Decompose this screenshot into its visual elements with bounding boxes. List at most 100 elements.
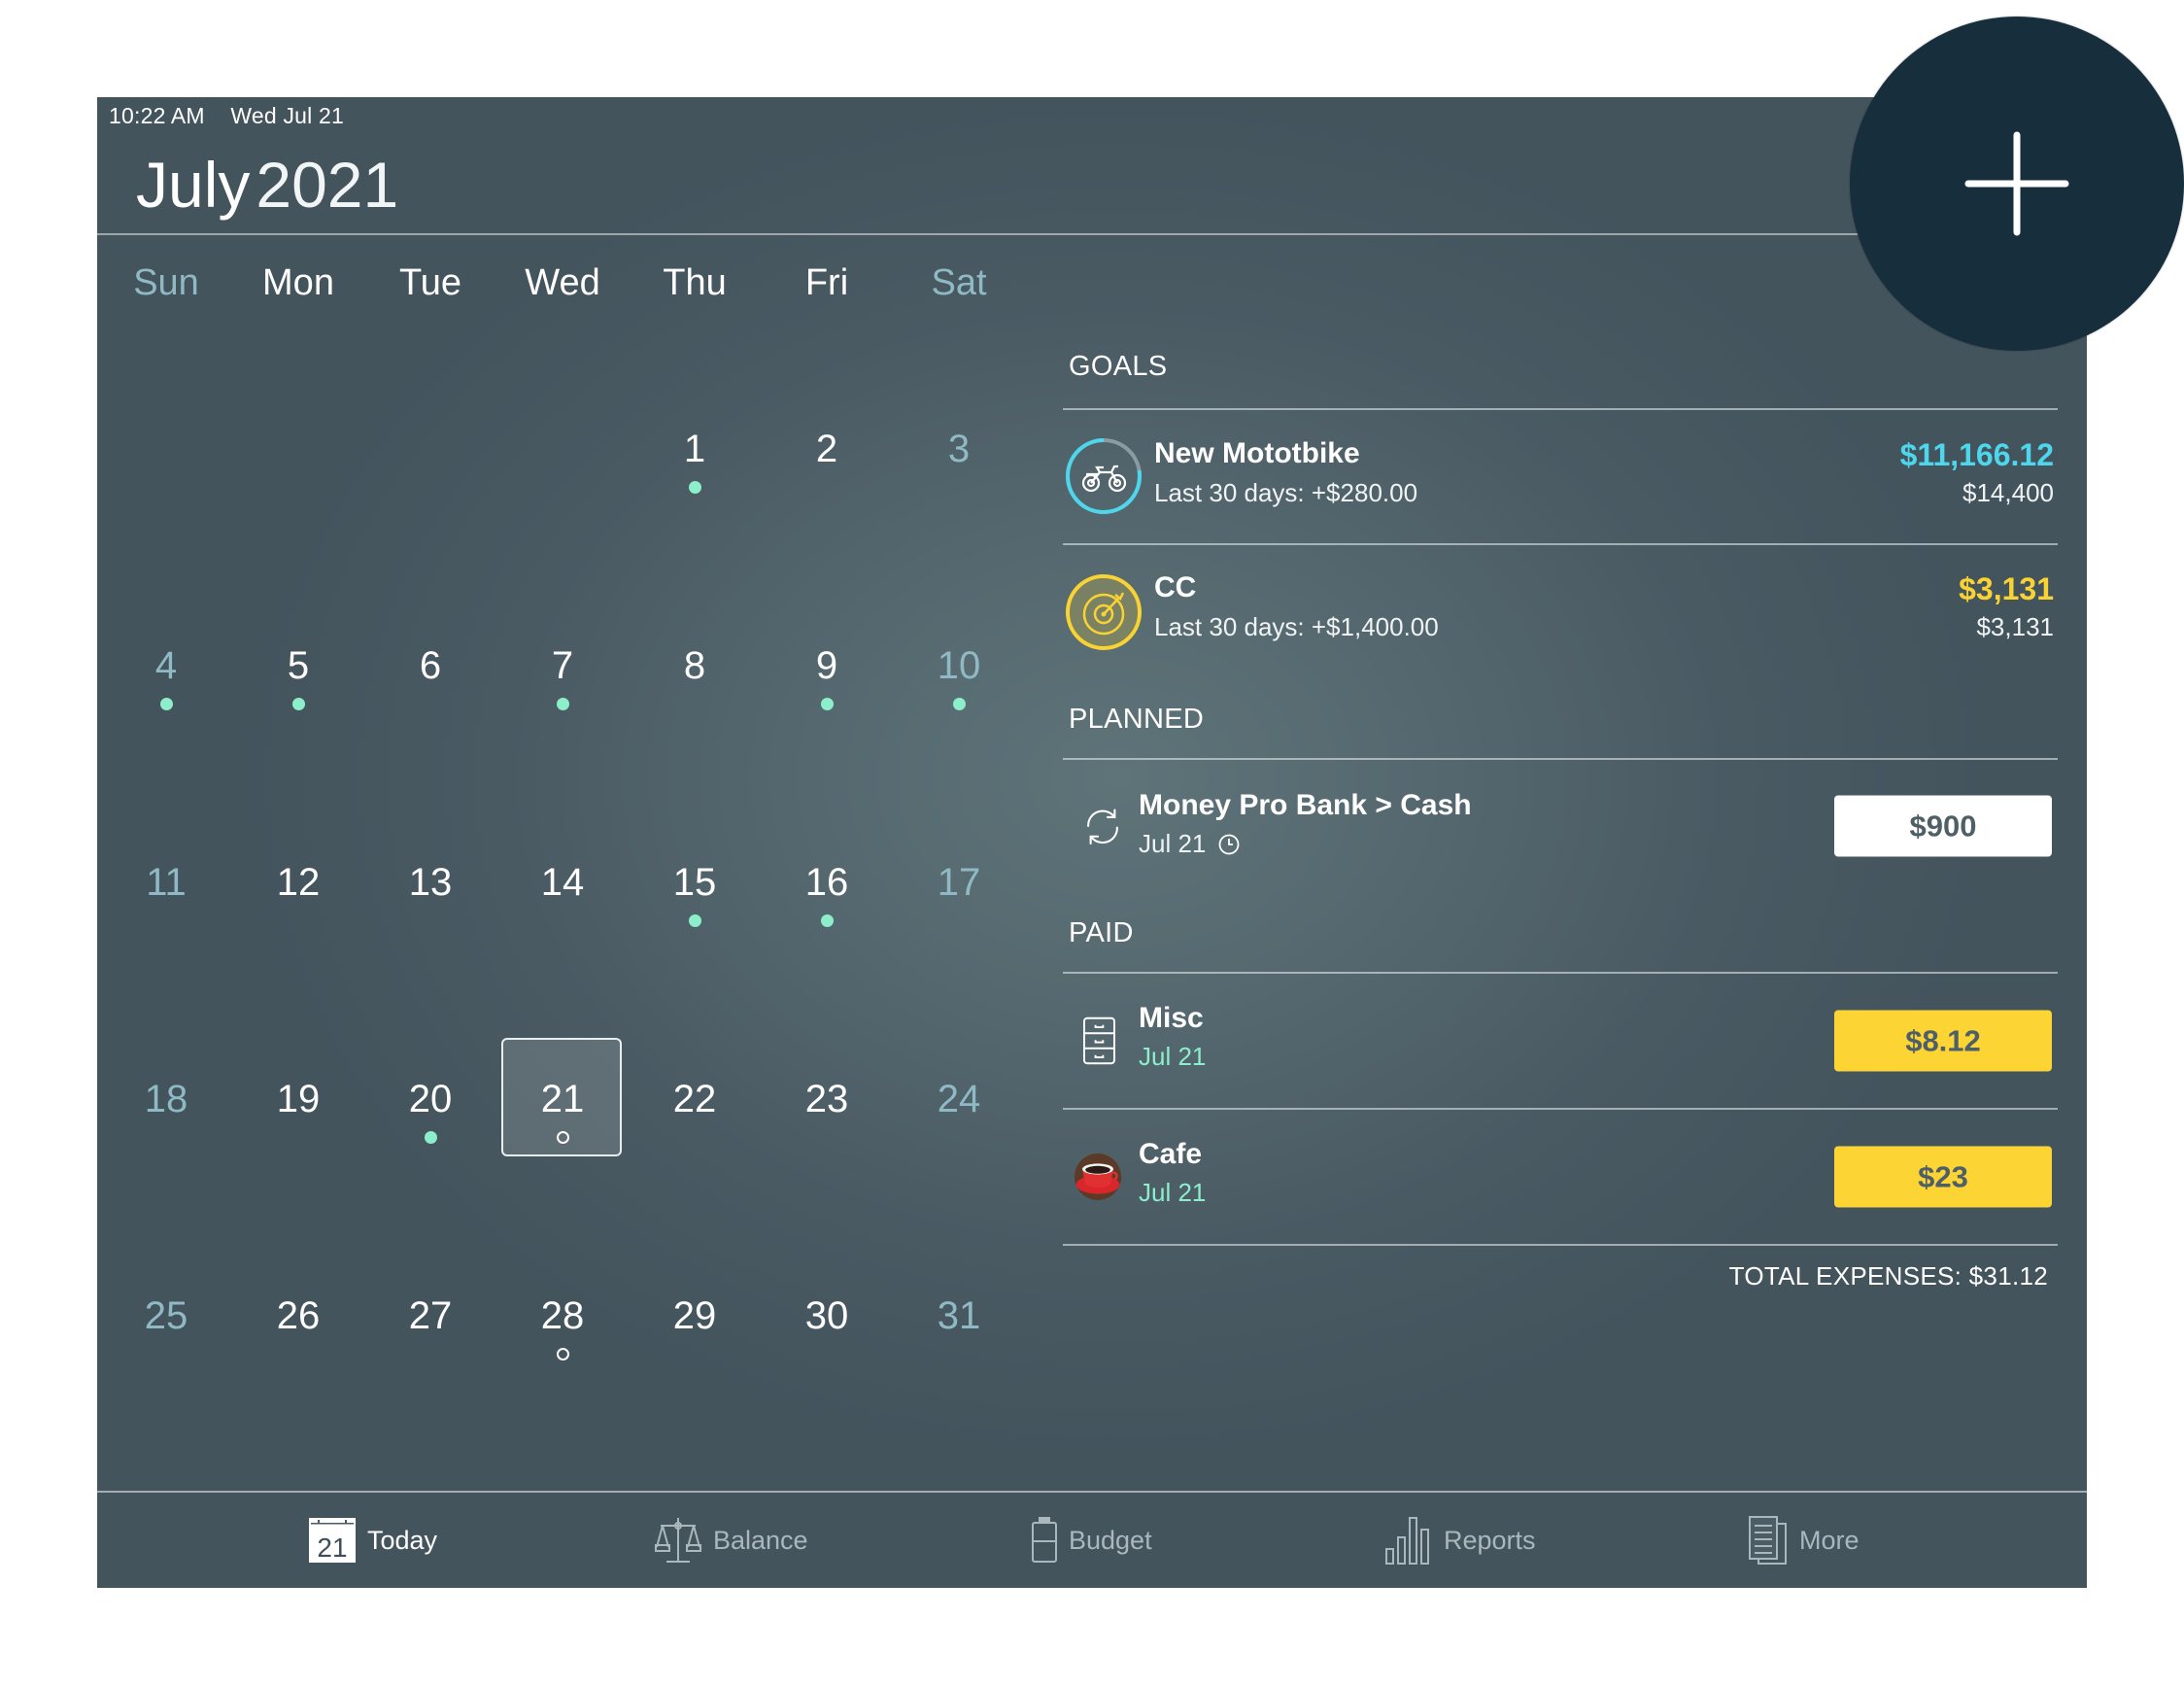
paid-date: Jul 21 xyxy=(1139,1178,1207,1207)
goal-row-cc[interactable]: CC Last 30 days: +$1,400.00 $3,131 $3,13… xyxy=(1063,564,2058,661)
title-year: 2021 xyxy=(256,149,399,221)
calendar-day[interactable]: 16 xyxy=(761,792,893,1009)
calendar-day[interactable]: 26 xyxy=(232,1225,364,1442)
paid-amount-button[interactable]: $23 xyxy=(1834,1146,2052,1208)
calendar-day-number: 9 xyxy=(815,644,838,687)
weekday-label: Thu xyxy=(663,261,727,303)
page-title[interactable]: July2021 xyxy=(136,146,398,224)
planned-section-label: PLANNED xyxy=(1069,704,1205,735)
divider xyxy=(1063,1244,2058,1246)
paid-date: Jul 21 xyxy=(1139,1042,1207,1071)
paid-row-cafe[interactable]: Cafe Jul 21 $23 xyxy=(1063,1128,2058,1225)
calendar-day[interactable]: 9 xyxy=(761,575,893,792)
app-window: 10:22 AM Wed Jul 21 July2021 Sun Mon Tue… xyxy=(97,97,2087,1588)
calendar-day[interactable]: 24 xyxy=(893,1009,1025,1225)
planned-indicator-dot xyxy=(556,1348,569,1360)
scales-icon xyxy=(655,1518,701,1563)
calendar-day-number: 4 xyxy=(154,644,178,687)
calendar-day[interactable]: 23 xyxy=(761,1009,893,1225)
calendar-day[interactable]: 17 xyxy=(893,792,1025,1009)
transaction-indicator-dot xyxy=(159,698,173,710)
calendar-day[interactable]: 28 xyxy=(496,1225,629,1442)
calendar-day-number: 5 xyxy=(287,644,310,687)
calendar-day[interactable]: 2 xyxy=(761,359,893,575)
transaction-indicator-dot xyxy=(688,481,701,494)
calendar-day-number: 29 xyxy=(672,1294,717,1337)
goal-target: $3,131 xyxy=(1976,612,2054,641)
weekday-label: Mon xyxy=(262,261,334,303)
calendar-day[interactable]: 14 xyxy=(496,792,629,1009)
tab-reports[interactable]: Reports xyxy=(1385,1514,1536,1566)
calendar-day[interactable]: 12 xyxy=(232,792,364,1009)
coffee-cup-icon xyxy=(1075,1153,1121,1200)
goal-amount: $3,131 xyxy=(1959,571,2054,606)
header-divider xyxy=(97,233,1982,235)
calendar-day-number: 24 xyxy=(937,1078,981,1120)
calendar-day-number: 21 xyxy=(540,1078,585,1120)
tab-budget[interactable]: Budget xyxy=(1032,1514,1152,1566)
tab-label: Budget xyxy=(1069,1525,1152,1555)
transaction-indicator-dot xyxy=(556,698,569,710)
calendar-icon: 21 xyxy=(309,1518,356,1563)
target-icon xyxy=(1066,574,1142,650)
paid-amount-button[interactable]: $8.12 xyxy=(1834,1010,2052,1072)
calendar-day-number: 6 xyxy=(419,644,442,687)
calendar-day[interactable]: 27 xyxy=(364,1225,496,1442)
calendar-day[interactable]: 11 xyxy=(100,792,232,1009)
calendar-day[interactable]: 10 xyxy=(893,575,1025,792)
calendar-day[interactable]: 25 xyxy=(100,1225,232,1442)
calendar-day[interactable]: 5 xyxy=(232,575,364,792)
calendar-week: 1 2 3 xyxy=(100,359,1025,575)
add-transaction-button[interactable] xyxy=(1850,17,2184,351)
clock-icon xyxy=(1218,834,1240,855)
paid-row-misc[interactable]: Misc Jul 21 $8.12 xyxy=(1063,992,2058,1089)
calendar-icon-day: 21 xyxy=(317,1532,347,1563)
calendar-day[interactable]: 6 xyxy=(364,575,496,792)
calendar-day[interactable]: 7 xyxy=(496,575,629,792)
tab-label: Today xyxy=(367,1525,438,1555)
calendar-day-number: 30 xyxy=(804,1294,849,1337)
tab-more[interactable]: More xyxy=(1749,1514,1860,1566)
planned-row[interactable]: Money Pro Bank > Cash Jul 21 $900 xyxy=(1063,777,2058,875)
weekday-label: Tue xyxy=(398,261,462,303)
calendar-day[interactable]: 31 xyxy=(893,1225,1025,1442)
calendar-day-number: 26 xyxy=(276,1294,321,1337)
paid-name: Misc xyxy=(1139,1002,1204,1034)
status-date: Wed Jul 21 xyxy=(230,103,345,128)
calendar-day-number: 13 xyxy=(408,861,453,904)
calendar-day[interactable]: 21 xyxy=(496,1009,629,1225)
motorbike-icon xyxy=(1066,438,1142,514)
transaction-indicator-dot xyxy=(424,1131,437,1144)
calendar-day[interactable]: 1 xyxy=(629,359,761,575)
calendar-day[interactable]: 30 xyxy=(761,1225,893,1442)
tab-balance[interactable]: Balance xyxy=(655,1514,808,1566)
calendar-day[interactable]: 8 xyxy=(629,575,761,792)
tab-label: More xyxy=(1799,1525,1860,1555)
calendar-week: 11 12 13 14 15 16 17 xyxy=(100,792,1025,1009)
goals-section-label: GOALS xyxy=(1069,351,1168,382)
calendar-day-number: 25 xyxy=(144,1294,188,1337)
transfer-icon xyxy=(1087,809,1118,845)
goal-amount: $11,166.12 xyxy=(1899,437,2054,472)
goal-recent: Last 30 days: +$1,400.00 xyxy=(1154,612,1439,641)
goal-row-motorbike[interactable]: New Mototbike Last 30 days: +$280.00 $11… xyxy=(1063,428,2058,525)
calendar-day[interactable]: 13 xyxy=(364,792,496,1009)
calendar-day[interactable]: 3 xyxy=(893,359,1025,575)
calendar-day[interactable]: 20 xyxy=(364,1009,496,1225)
calendar-day[interactable]: 29 xyxy=(629,1225,761,1442)
calendar-grid: 1 2 3 4 5 6 7 8 9 10 11 12 13 14 15 16 17 18 19 20 21 22 23 24 2… xyxy=(100,359,1025,1442)
calendar-day-number: 19 xyxy=(276,1078,321,1120)
calendar-day[interactable]: 18 xyxy=(100,1009,232,1225)
planned-name: Money Pro Bank > Cash xyxy=(1139,789,1472,821)
calendar-day-number: 2 xyxy=(815,428,838,470)
weekday-label: Sat xyxy=(931,261,987,303)
calendar-day[interactable]: 22 xyxy=(629,1009,761,1225)
calendar-day[interactable]: 4 xyxy=(100,575,232,792)
calendar-day[interactable]: 15 xyxy=(629,792,761,1009)
calendar-day[interactable]: 19 xyxy=(232,1009,364,1225)
weekday-label: Wed xyxy=(525,261,600,303)
tab-bar: 21 Today Balance Budget Reports More xyxy=(97,1493,2087,1588)
tab-today[interactable]: 21 Today xyxy=(309,1514,437,1566)
divider xyxy=(1063,543,2058,545)
planned-amount-button[interactable]: $900 xyxy=(1834,795,2052,857)
